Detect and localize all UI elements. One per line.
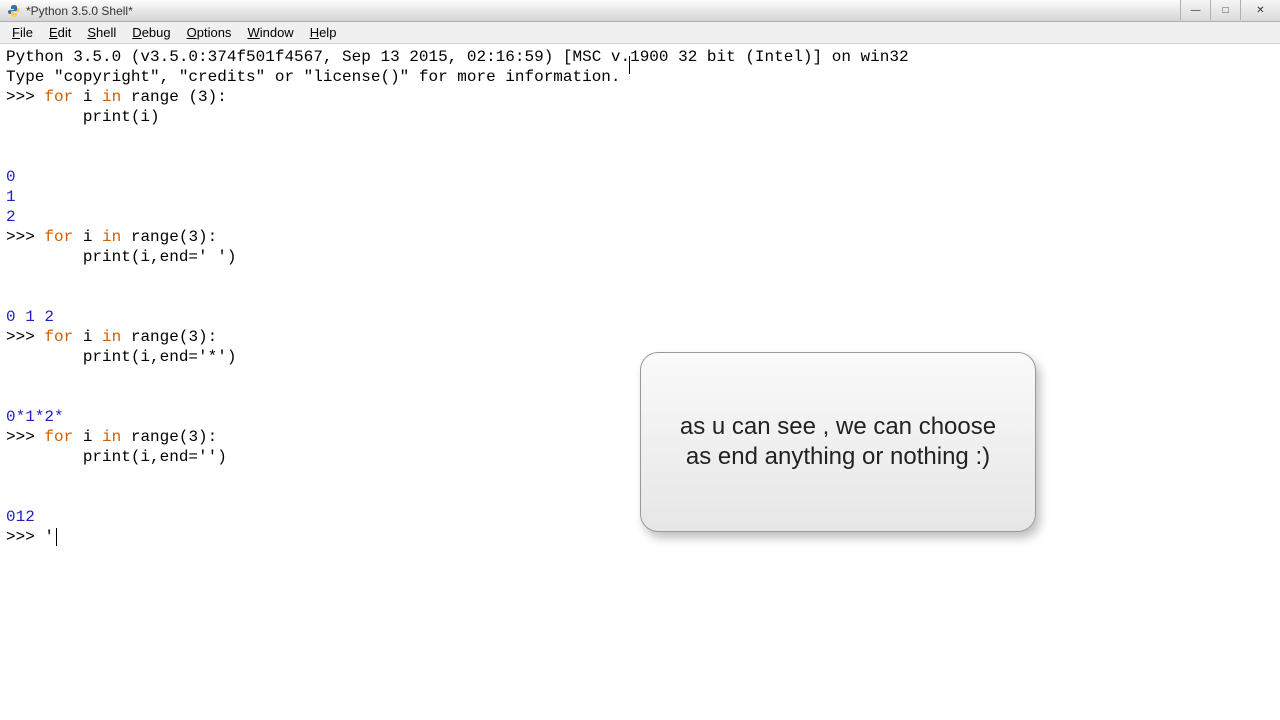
shell-content[interactable]: Python 3.5.0 (v3.5.0:374f501f4567, Sep 1… (0, 44, 1280, 720)
menubar: File Edit Shell Debug Options Window Hel… (0, 22, 1280, 44)
output-line: 0 1 2 (6, 308, 64, 326)
close-button[interactable]: ✕ (1240, 0, 1280, 20)
menu-edit[interactable]: Edit (41, 23, 79, 42)
banner-line-2: Type "copyright", "credits" or "license(… (6, 68, 621, 86)
python-icon (6, 3, 22, 19)
keyword-in: in (102, 428, 121, 446)
text-caret-icon (629, 56, 630, 74)
input-cursor-icon (56, 528, 57, 546)
code-body: print(i,end=' ') (6, 248, 236, 266)
code-text: range(3): (121, 328, 217, 346)
banner-line-1: Python 3.5.0 (v3.5.0:374f501f4567, Sep 1… (6, 48, 909, 66)
code-text: i (73, 328, 102, 346)
prompt: >>> (6, 528, 44, 546)
keyword-in: in (102, 328, 121, 346)
code-text: range (3): (121, 88, 227, 106)
code-text: range(3): (121, 428, 217, 446)
menu-shell[interactable]: Shell (79, 23, 124, 42)
maximize-button[interactable]: □ (1210, 0, 1240, 20)
code-text: i (73, 228, 102, 246)
output-line: 1 (6, 188, 16, 206)
keyword-for: for (44, 328, 73, 346)
prompt: >>> (6, 88, 44, 106)
output-line: 0 (6, 168, 16, 186)
window-title: *Python 3.5.0 Shell* (26, 4, 133, 18)
prompt: >>> (6, 328, 44, 346)
keyword-in: in (102, 88, 121, 106)
keyword-for: for (44, 428, 73, 446)
window-controls: — □ ✕ (1180, 0, 1280, 21)
menu-debug[interactable]: Debug (124, 23, 178, 42)
minimize-button[interactable]: — (1180, 0, 1210, 20)
code-body: print(i,end='') (6, 448, 227, 466)
code-text: i (73, 88, 102, 106)
menu-window[interactable]: Window (239, 23, 301, 42)
menu-options[interactable]: Options (179, 23, 240, 42)
output-line: 012 (6, 508, 35, 526)
code-text: range(3): (121, 228, 217, 246)
code-body: print(i,end='*') (6, 348, 236, 366)
current-input: ' (44, 528, 54, 546)
output-line: 2 (6, 208, 16, 226)
keyword-for: for (44, 88, 73, 106)
titlebar: *Python 3.5.0 Shell* — □ ✕ (0, 0, 1280, 22)
menu-file[interactable]: File (4, 23, 41, 42)
code-body: print(i) (6, 108, 160, 126)
code-text: i (73, 428, 102, 446)
prompt: >>> (6, 228, 44, 246)
app-window: *Python 3.5.0 Shell* — □ ✕ File Edit She… (0, 0, 1280, 720)
prompt: >>> (6, 428, 44, 446)
output-line: 0*1*2* (6, 408, 64, 426)
annotation-text: as u can see , we can choose as end anyt… (665, 412, 1011, 472)
annotation-callout: as u can see , we can choose as end anyt… (640, 352, 1036, 532)
keyword-in: in (102, 228, 121, 246)
menu-help[interactable]: Help (302, 23, 345, 42)
keyword-for: for (44, 228, 73, 246)
